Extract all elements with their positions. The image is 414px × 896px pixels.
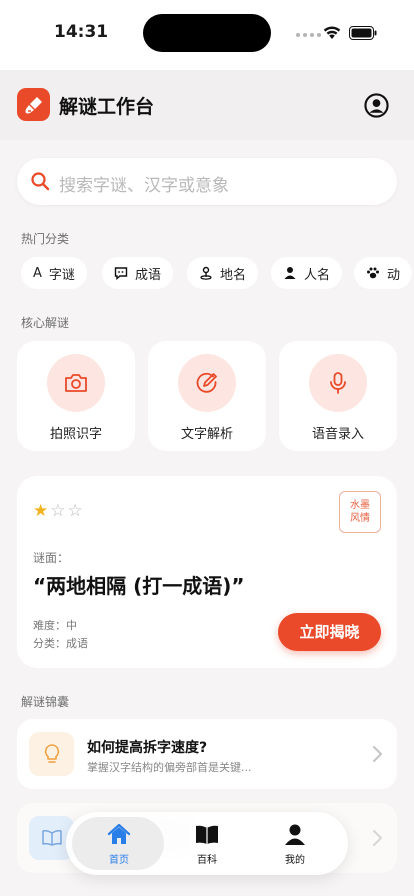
- riddle-card: ★ ☆ ☆ 水墨 风情 谜面： “两地相隔 (打一成语)” 难度：中 分类：成语…: [17, 476, 397, 668]
- search-icon: [31, 172, 50, 191]
- reveal-button[interactable]: 立即揭晓: [278, 613, 381, 651]
- search-input[interactable]: 搜索字谜、汉字或意象: [59, 171, 229, 196]
- chip-zimi[interactable]: A 字谜: [21, 257, 87, 289]
- person-icon: [284, 267, 296, 279]
- riddle-difficulty: 难度：中: [33, 619, 77, 632]
- core-label: 文字解析: [180, 427, 233, 442]
- battery-icon: [349, 26, 377, 40]
- riddle-text: “两地相隔 (打一成语)”: [33, 574, 245, 598]
- chip-renming[interactable]: 人名: [271, 257, 343, 289]
- tab-label: 我的: [285, 855, 305, 866]
- status-time: 14:31: [54, 22, 109, 42]
- difficulty-rating: ★ ☆ ☆: [33, 503, 83, 520]
- chip-dong[interactable]: 动: [354, 257, 413, 289]
- person-icon: [285, 824, 305, 845]
- chip-diming[interactable]: 地名: [187, 257, 259, 289]
- seal-stamp: 水墨 风情: [339, 491, 381, 533]
- tip-title: 如何提高拆字速度?: [87, 740, 208, 756]
- paw-icon: [367, 267, 379, 279]
- account-icon[interactable]: [364, 93, 389, 118]
- status-bar: 14:31: [0, 0, 414, 70]
- tab-profile[interactable]: 我的: [250, 820, 340, 868]
- core-label: 语音录入: [311, 427, 364, 442]
- microphone-icon: [330, 372, 346, 394]
- chevron-right-icon: [373, 746, 382, 762]
- chip-label: 地名: [220, 267, 247, 283]
- chip-label: 字谜: [48, 267, 75, 283]
- brush-icon: [25, 96, 42, 113]
- section-label-core: 核心解谜: [21, 316, 70, 330]
- chip-label: 动: [387, 267, 401, 283]
- tab-home[interactable]: 首页: [74, 820, 164, 868]
- section-label-hot: 热门分类: [21, 232, 70, 246]
- voice-input-button[interactable]: 语音录入: [279, 341, 397, 451]
- tab-bar: 首页 百科 我的: [66, 812, 348, 875]
- book-open-icon: [196, 825, 218, 844]
- lightbulb-icon: [44, 744, 59, 763]
- section-label-tips: 解谜锦囊: [21, 695, 70, 709]
- category-chips: A 字谜 成语 地名 人名 动: [21, 257, 414, 289]
- chip-chengyu[interactable]: 成语: [102, 257, 174, 289]
- tab-encyclopedia[interactable]: 百科: [162, 820, 252, 868]
- chat-bubble-icon: [114, 267, 128, 280]
- wifi-icon: [323, 26, 341, 39]
- core-label: 拍照识字: [49, 427, 102, 442]
- tab-label: 百科: [197, 855, 217, 866]
- page-title: 解谜工作台: [59, 96, 155, 118]
- photo-recognize-button[interactable]: 拍照识字: [17, 341, 135, 451]
- tip-card[interactable]: 如何提高拆字速度? 掌握汉字结构的偏旁部首是关键...: [17, 719, 397, 789]
- map-pin-icon: [200, 266, 212, 280]
- book-icon: [41, 830, 62, 846]
- dynamic-island: [143, 14, 271, 52]
- tip-description: 掌握汉字结构的偏旁部首是关键...: [87, 761, 252, 774]
- riddle-prefix: 谜面：: [33, 551, 70, 565]
- letter-a-icon: A: [33, 265, 42, 281]
- star-empty-icon: ☆: [67, 501, 83, 521]
- star-empty-icon: ☆: [50, 501, 66, 521]
- camera-icon: [65, 374, 87, 392]
- chevron-right-icon: [373, 830, 382, 846]
- search-bar[interactable]: 搜索字谜、汉字或意象: [17, 158, 397, 205]
- home-icon: [107, 823, 131, 844]
- edit-circle-icon: [196, 372, 217, 393]
- chip-label: 成语: [135, 267, 162, 283]
- app-header: 解谜工作台: [0, 70, 414, 140]
- tab-label: 首页: [109, 855, 129, 866]
- chip-label: 人名: [304, 267, 331, 283]
- text-analysis-button[interactable]: 文字解析: [148, 341, 266, 451]
- star-filled-icon: ★: [33, 501, 49, 521]
- app-logo: [17, 88, 50, 121]
- signal-icon: [296, 33, 321, 37]
- riddle-category: 分类：成语: [33, 637, 88, 650]
